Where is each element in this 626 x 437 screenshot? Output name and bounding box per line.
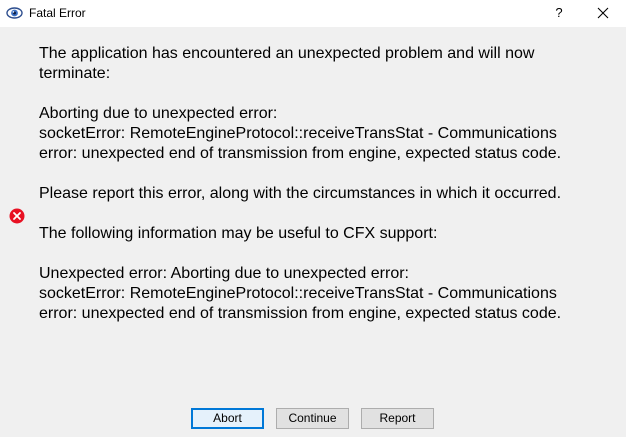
error-icon [9,208,25,224]
window-title: Fatal Error [29,6,86,20]
message-abort-detail: Aborting due to unexpected error: socket… [39,105,562,162]
abort-button[interactable]: Abort [191,408,264,429]
close-icon [597,7,609,19]
message-report-request: Please report this error, along with the… [39,185,562,202]
fatal-error-dialog: Fatal Error ? The application has encoun… [0,0,626,437]
message-support-info-heading: The following information may be useful … [39,225,438,242]
continue-button[interactable]: Continue [276,408,349,429]
message-support-detail: Unexpected error: Aborting due to unexpe… [39,265,562,322]
report-button[interactable]: Report [361,408,434,429]
close-button[interactable] [588,0,618,27]
title-bar[interactable]: Fatal Error ? [0,0,626,27]
eye-app-icon [6,5,23,21]
message-intro: The application has encountered an unexp… [39,45,535,82]
error-message: The application has encountered an unexp… [39,44,609,324]
help-button[interactable]: ? [545,0,573,27]
